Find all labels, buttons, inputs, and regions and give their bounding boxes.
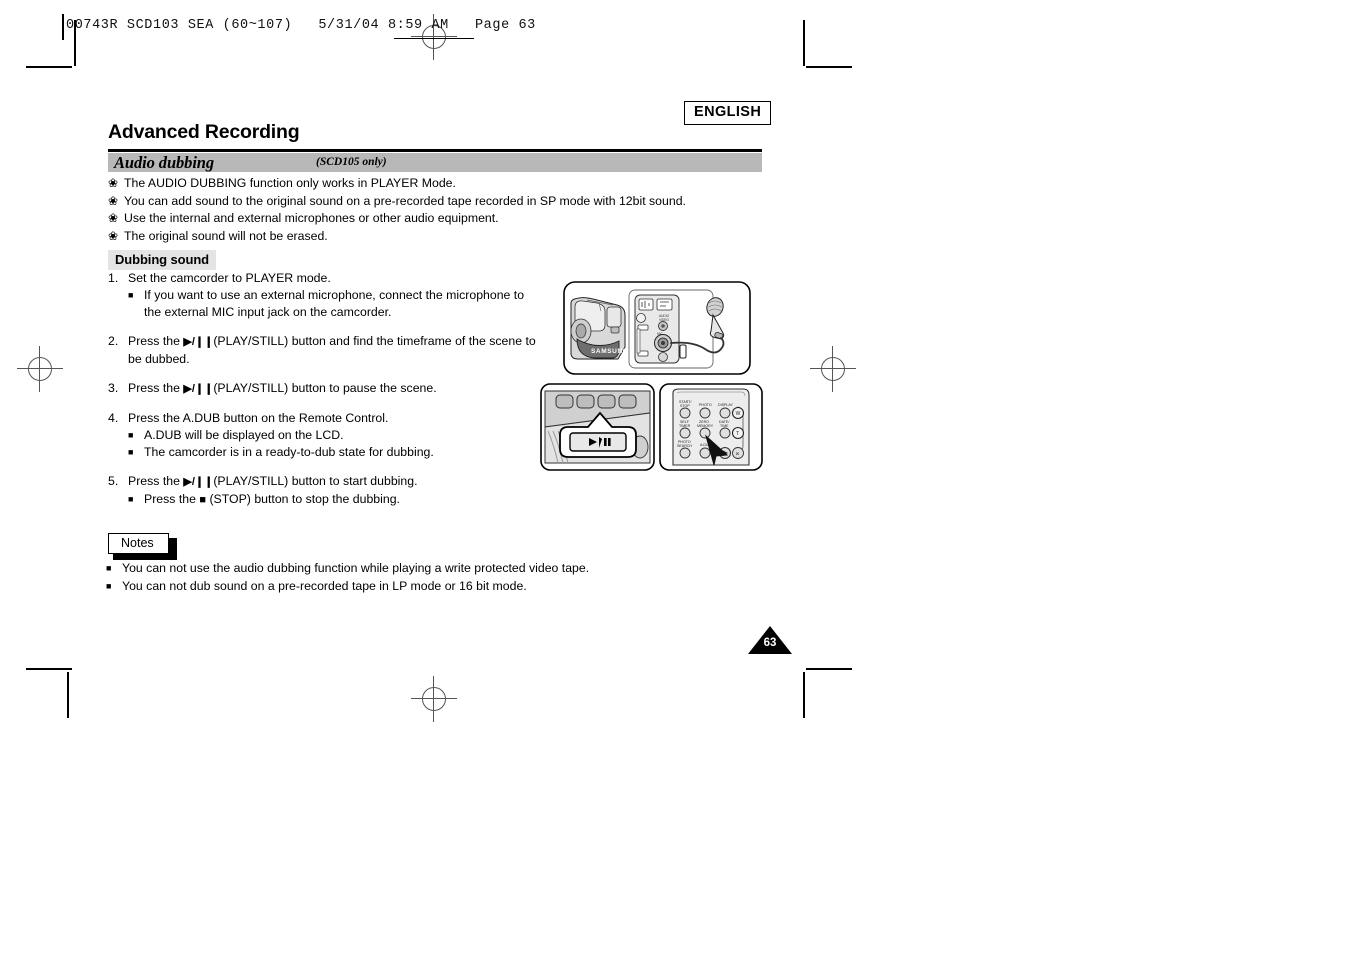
language-badge: ENGLISH <box>684 101 772 125</box>
title-divider <box>108 149 762 152</box>
step-sub-post: (STOP) button to stop the dubbing. <box>209 492 400 506</box>
figure-camcorder-microphone: SAMSUNG AUDIO VIDEO MIC <box>563 281 751 375</box>
list-item: ■ You can not use the audio dubbing func… <box>106 560 766 577</box>
procedure-steps: 1. Set the camcorder to PLAYER mode. ■ I… <box>108 270 538 509</box>
step-number: 5. <box>108 474 119 488</box>
step-number: 2. <box>108 334 119 348</box>
step-number: 1. <box>108 271 119 285</box>
step-text-post: (PLAY/STILL) button to start dubbing. <box>213 474 418 488</box>
step-text-post: (PLAY/STILL) button to pause the scene. <box>213 381 437 395</box>
square-bullet-icon: ■ <box>106 581 112 591</box>
stop-icon: ■ <box>199 494 207 506</box>
step-1: 1. Set the camcorder to PLAYER mode. <box>108 270 538 287</box>
play-still-icon: ▶/❙❙ <box>183 336 214 348</box>
remote-label-t: T <box>736 431 739 437</box>
remote-label-photo: PHOTO <box>699 403 712 407</box>
square-bullet-icon: ■ <box>106 563 112 573</box>
step-sub-text: the external MIC input jack on the camco… <box>144 305 392 319</box>
page-title: Advanced Recording <box>108 121 300 143</box>
step-5-sub-1: ■ Press the ■ (STOP) button to stop the … <box>128 491 538 509</box>
page-number-badge: 63 <box>748 626 792 654</box>
figure-play-still-button <box>540 383 655 471</box>
step-text-post: (PLAY/STILL) button and find the timefra… <box>213 334 536 348</box>
list-item: ❀ Use the internal and external micropho… <box>108 210 768 226</box>
list-item: ❀ You can add sound to the original soun… <box>108 193 768 209</box>
step-sub-text: If you want to use an external microphon… <box>144 288 525 302</box>
step-text-continued: be dubbed. <box>128 352 190 366</box>
step-2: 2. Press the ▶/❙❙(PLAY/STILL) button and… <box>108 333 538 351</box>
list-item-label: Use the internal and external microphone… <box>124 211 499 225</box>
step-text-pre: Press the <box>128 334 180 348</box>
clover-bullet-icon: ❀ <box>108 228 119 243</box>
svg-text:MEMORY: MEMORY <box>697 424 714 428</box>
step-text-pre: Press the <box>128 474 180 488</box>
list-item: ❀ The AUDIO DUBBING function only works … <box>108 175 768 191</box>
list-item-label: You can add sound to the original sound … <box>124 193 686 208</box>
square-bullet-icon: ■ <box>128 494 134 504</box>
step-2-line2: be dubbed. <box>108 351 538 368</box>
step-4: 4. Press the A.DUB button on the Remote … <box>108 410 538 427</box>
page-number: 63 <box>763 637 777 649</box>
clover-bullet-icon: ❀ <box>108 176 119 190</box>
step-sub-pre: Press the <box>144 492 196 506</box>
subsection-heading: Dubbing sound <box>108 250 217 270</box>
step-4-sub-2: ■ The camcorder is in a ready-to-dub sta… <box>128 444 538 461</box>
square-bullet-icon: ■ <box>128 447 134 457</box>
play-still-icon: ▶/❙❙ <box>183 383 214 395</box>
square-bullet-icon: ■ <box>128 430 134 440</box>
figure-remote-control: START/ STOP PHOTO DISPLAY SELF TIMER ZER… <box>659 383 763 471</box>
svg-text:TIMER: TIMER <box>679 424 691 428</box>
section-title: Audio dubbing <box>114 153 215 172</box>
list-item: ■ You can not dub sound on a pre-recorde… <box>106 578 766 595</box>
svg-text:SEARCH: SEARCH <box>677 444 692 448</box>
step-5: 5. Press the ▶/❙❙(PLAY/STILL) button to … <box>108 473 538 491</box>
step-sub-text: Press the ■ (STOP) button to stop the du… <box>144 491 400 509</box>
notes-heading-wrap: Notes <box>108 533 177 560</box>
remote-label-w: W <box>736 411 741 417</box>
notes-list: ■ You can not use the audio dubbing func… <box>106 560 766 596</box>
step-number: 4. <box>108 411 119 425</box>
step-number: 3. <box>108 381 119 395</box>
section-subtitle: (SCD105 only) <box>316 156 387 168</box>
list-item: ❀ The original sound will not be erased. <box>108 228 768 244</box>
clover-bullet-icon: ❀ <box>108 193 119 208</box>
step-text: Press the A.DUB button on the Remote Con… <box>128 411 389 425</box>
svg-text:STOP: STOP <box>680 404 690 408</box>
step-1-sub-1: ■ If you want to use an external microph… <box>128 287 538 304</box>
clover-bullet-icon: ❀ <box>108 211 119 225</box>
notes-label: Notes <box>108 533 169 554</box>
manual-page: ENGLISH Advanced Recording Audio dubbing… <box>0 0 1351 954</box>
step-3: 3. Press the ▶/❙❙(PLAY/STILL) button to … <box>108 380 538 398</box>
step-text: Press the ▶/❙❙(PLAY/STILL) button to pau… <box>128 380 437 398</box>
step-4-sub-1: ■ A.DUB will be displayed on the LCD. <box>128 427 538 444</box>
section-header-bar: Audio dubbing (SCD105 only) <box>108 153 762 172</box>
list-item-label: The original sound will not be erased. <box>124 228 328 243</box>
square-bullet-icon: ■ <box>128 290 134 300</box>
list-item-label: The AUDIO DUBBING function only works in… <box>124 176 456 190</box>
step-text: Press the ▶/❙❙(PLAY/STILL) button and fi… <box>128 333 536 351</box>
svg-text:TIME: TIME <box>720 424 729 428</box>
step-sub-text: The camcorder is in a ready-to-dub state… <box>144 445 434 459</box>
step-text: Set the camcorder to PLAYER mode. <box>128 271 331 285</box>
intro-bullet-list: ❀ The AUDIO DUBBING function only works … <box>108 175 768 245</box>
note-text: You can not use the audio dubbing functi… <box>122 561 590 575</box>
brand-label: SAMSUNG <box>591 348 628 355</box>
remote-label-display: DISPLAY <box>718 403 734 407</box>
note-text: You can not dub sound on a pre-recorded … <box>122 579 527 593</box>
step-1-sub-1-cont: the external MIC input jack on the camco… <box>128 304 538 321</box>
play-still-icon: ▶/❙❙ <box>183 476 214 488</box>
step-text: Press the ▶/❙❙(PLAY/STILL) button to sta… <box>128 473 417 491</box>
step-sub-text: A.DUB will be displayed on the LCD. <box>144 428 344 442</box>
step-text-pre: Press the <box>128 381 180 395</box>
remote-label-zo: ☒ <box>736 451 740 456</box>
